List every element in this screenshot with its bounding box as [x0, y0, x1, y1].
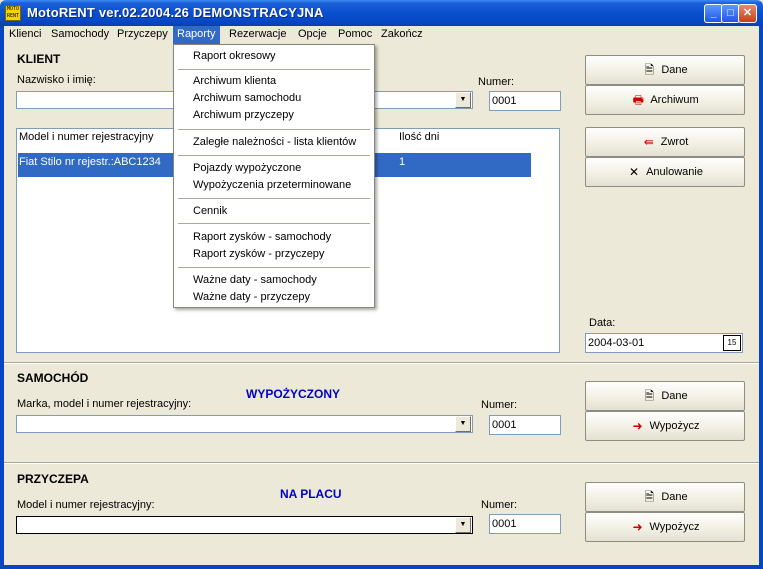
menu-przyczepy[interactable]: Przyczepy — [113, 26, 172, 44]
menu-separator — [178, 198, 370, 199]
list-header-model: Model i numer rejestracyjny — [19, 131, 154, 143]
client-dane-button[interactable]: 🗎 Dane — [585, 55, 745, 85]
client-combo-arrow-icon[interactable]: ▼ — [455, 92, 471, 108]
menu-wazne-daty-przyczepy[interactable]: Ważne daty - przyczepy — [193, 291, 310, 303]
menu-archiwum-przyczepy[interactable]: Archiwum przyczepy — [193, 109, 294, 121]
window-title: MotoRENT ver.02.2004.26 DEMONSTRACYJNA — [27, 5, 324, 20]
car-wypozycz-label: Wypożycz — [649, 420, 700, 432]
client-name-label: Nazwisko i imię: — [17, 74, 96, 86]
date-label: Data: — [589, 317, 616, 329]
menu-zakoncz[interactable]: Zakończ — [377, 26, 427, 44]
section-divider — [4, 462, 759, 464]
printer-icon: 🖶 — [632, 93, 644, 107]
anulowanie-button[interactable]: ✕ Anulowanie — [585, 157, 745, 187]
list-header-days: Ilość dni — [399, 131, 440, 143]
car-dane-button[interactable]: 🗎 Dane — [585, 381, 745, 411]
trailer-wypozycz-button[interactable]: ➜ Wypożycz — [585, 512, 745, 542]
menu-pojazdy-wypozyczone[interactable]: Pojazdy wypożyczone — [193, 162, 301, 174]
client-archiwum-label: Archiwum — [650, 94, 699, 106]
menu-pomoc[interactable]: Pomoc — [334, 26, 376, 44]
zwrot-button[interactable]: ⇚ Zwrot — [585, 127, 745, 157]
car-combo-arrow-icon[interactable]: ▼ — [455, 416, 471, 432]
car-dane-label: Dane — [661, 390, 688, 402]
document-icon: 🗎 — [644, 63, 655, 77]
list-row-model: Fiat Stilo nr rejestr.:ABC1234 — [19, 156, 161, 168]
car-number-label: Numer: — [481, 399, 518, 411]
menu-raport-okresowy[interactable]: Raport okresowy — [193, 50, 276, 62]
trailer-dane-label: Dane — [661, 491, 688, 503]
menu-separator — [178, 129, 370, 130]
document-icon: 🗎 — [644, 389, 655, 403]
rent-arrow-icon: ➜ — [632, 520, 643, 534]
trailer-dane-button[interactable]: 🗎 Dane — [585, 482, 745, 512]
client-number-label: Numer: — [478, 76, 515, 88]
menu-separator — [178, 223, 370, 224]
trailer-wypozycz-label: Wypożycz — [649, 521, 700, 533]
date-field[interactable]: 2004-03-01 — [585, 333, 743, 353]
app-logo-icon: MOTO RENT — [5, 5, 21, 21]
car-model-label: Marka, model i numer rejestracyjny: — [17, 398, 192, 410]
menu-zalegle-naleznosci[interactable]: Zaległe należności - lista klientów — [193, 136, 356, 148]
trailer-number-field[interactable]: 0001 — [489, 514, 561, 534]
cancel-x-icon: ✕ — [629, 165, 640, 179]
menu-cennik[interactable]: Cennik — [193, 205, 227, 217]
menu-separator — [178, 155, 370, 156]
close-button[interactable]: ✕ — [738, 4, 757, 23]
trailer-combo-arrow-icon[interactable]: ▼ — [455, 517, 471, 533]
przyczepa-section-title: PRZYCZEPA — [17, 472, 89, 486]
window-frame-left — [0, 26, 4, 569]
list-row-days: 1 — [399, 156, 406, 168]
section-divider — [4, 362, 759, 364]
window-frame-right — [759, 26, 763, 569]
anulowanie-label: Anulowanie — [646, 166, 703, 178]
trailer-status-badge: NA PLACU — [280, 487, 342, 501]
client-number-field[interactable]: 0001 — [489, 91, 561, 111]
car-number-field[interactable]: 0001 — [489, 415, 561, 435]
client-archiwum-button[interactable]: 🖶 Archiwum — [585, 85, 745, 115]
samochod-section-title: SAMOCHÓD — [17, 371, 89, 385]
window-frame-bottom — [0, 565, 763, 569]
menu-raport-zyskow-samochody[interactable]: Raport zysków - samochody — [193, 231, 331, 243]
menu-archiwum-samochodu[interactable]: Archiwum samochodu — [193, 92, 301, 104]
calendar-icon[interactable]: 15 — [723, 335, 741, 351]
zwrot-label: Zwrot — [660, 136, 689, 148]
document-icon: 🗎 — [644, 490, 655, 504]
raporty-dropdown-menu: Raport okresowy Archiwum klienta Archiwu… — [173, 44, 375, 308]
menu-klienci[interactable]: Klienci — [5, 26, 45, 44]
rent-arrow-icon: ➜ — [632, 419, 643, 433]
menu-wypozyczenia-przeterminowane[interactable]: Wypożyczenia przeterminowane — [193, 179, 351, 191]
car-wypozycz-button[interactable]: ➜ Wypożycz — [585, 411, 745, 441]
menu-opcje[interactable]: Opcje — [294, 26, 331, 44]
klient-section-title: KLIENT — [17, 52, 61, 66]
trailer-model-combo[interactable] — [16, 516, 473, 534]
menu-separator — [178, 267, 370, 268]
menu-separator — [178, 69, 370, 70]
menu-archiwum-klienta[interactable]: Archiwum klienta — [193, 75, 276, 87]
client-dane-label: Dane — [661, 64, 688, 76]
menu-samochody[interactable]: Samochody — [47, 26, 113, 44]
menu-raporty[interactable]: Raporty — [173, 26, 220, 44]
menu-wazne-daty-samochody[interactable]: Ważne daty - samochody — [193, 274, 317, 286]
car-model-combo[interactable] — [16, 415, 473, 433]
trailer-model-label: Model i numer rejestracyjny: — [17, 499, 155, 511]
trailer-number-label: Numer: — [481, 499, 518, 511]
menu-raport-zyskow-przyczepy[interactable]: Raport zysków - przyczepy — [193, 248, 324, 260]
menu-rezerwacje[interactable]: Rezerwacje — [225, 26, 290, 44]
car-status-badge: WYPOŻYCZONY — [246, 387, 341, 401]
return-arrow-icon: ⇚ — [643, 135, 654, 149]
